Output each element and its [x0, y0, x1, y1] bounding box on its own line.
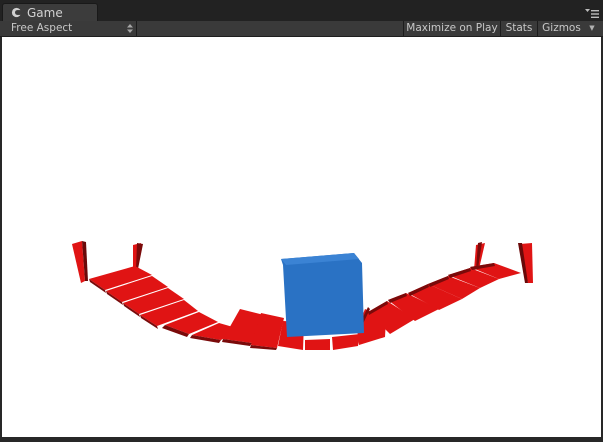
game-scene [72, 241, 533, 350]
tab-bar: Game [0, 0, 603, 21]
gizmos-toggle[interactable]: Gizmos [537, 21, 585, 36]
window-menu-icon[interactable] [585, 9, 599, 19]
bridge-post-left-inner [133, 243, 143, 270]
bridge-plank [332, 334, 360, 350]
bridge-plank [305, 339, 330, 350]
stats-toggle[interactable]: Stats [500, 21, 537, 36]
maximize-on-play-toggle[interactable]: Maximize on Play [403, 21, 500, 36]
blue-cube [281, 253, 364, 337]
bridge-post-left-outer [72, 241, 88, 283]
tab-label: Game [27, 6, 63, 20]
aspect-ratio-dropdown[interactable]: Free Aspect [4, 21, 137, 36]
game-viewport[interactable] [2, 37, 601, 437]
gizmos-dropdown-arrow[interactable]: ▼ [585, 21, 599, 36]
game-controller-icon [11, 7, 22, 18]
bridge-post-right-outer [518, 243, 533, 283]
game-window: Game Free Aspect Maximize on Play Stats … [0, 0, 603, 442]
aspect-ratio-label: Free Aspect [11, 22, 73, 34]
up-down-arrows-icon [127, 24, 133, 33]
game-toolbar: Free Aspect Maximize on Play Stats Gizmo… [0, 21, 603, 37]
tab-game[interactable]: Game [2, 3, 98, 21]
